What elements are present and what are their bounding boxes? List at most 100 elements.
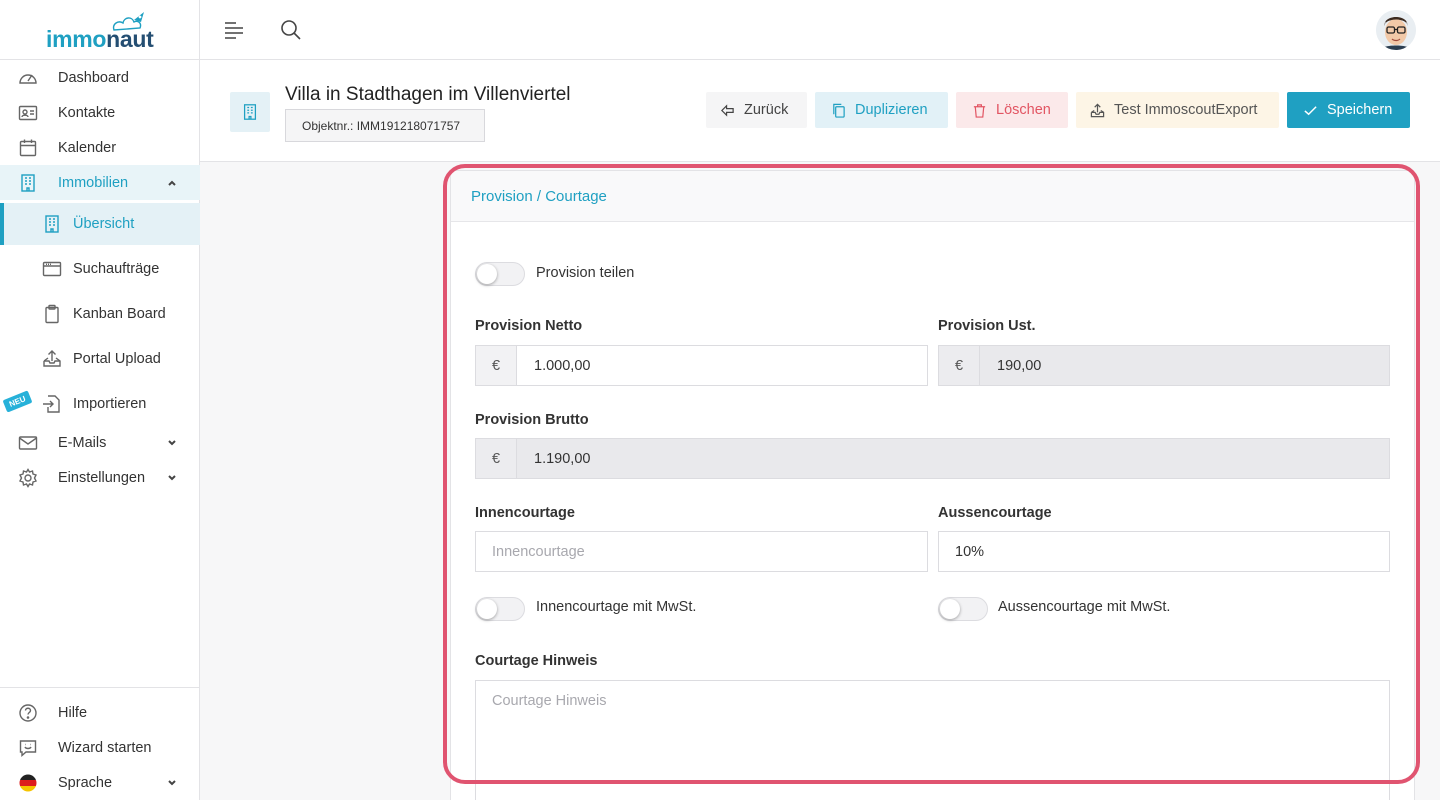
card-title: Provision / Courtage <box>451 171 1414 222</box>
euro-prefix: € <box>476 346 517 385</box>
delete-button[interactable]: Löschen <box>956 92 1068 128</box>
provision-netto-value: 1.000,00 <box>534 357 591 374</box>
avatar[interactable] <box>1376 10 1416 50</box>
building-icon <box>45 215 59 233</box>
sidebar-item-hilfe[interactable]: Hilfe <box>0 695 200 730</box>
sidebar-item-label: Portal Upload <box>73 350 161 367</box>
provision-ust-value: 190,00 <box>997 357 1042 374</box>
back-button[interactable]: Zurück <box>706 92 807 128</box>
sidebar-item-dashboard[interactable]: Dashboard <box>0 60 200 95</box>
chevron-down-icon <box>168 439 176 445</box>
courtage-hinweis-label: Courtage Hinweis <box>475 653 598 669</box>
sidebar-item-suchauftraege[interactable]: Suchaufträge <box>0 251 200 286</box>
save-button-label: Speichern <box>1327 102 1393 118</box>
brand-logo-part2: naut <box>106 26 154 52</box>
sidebar-item-kontakte[interactable]: Kontakte <box>0 95 200 130</box>
sidebar-item-label: Kanban Board <box>73 305 166 322</box>
sidebar-item-immobilien[interactable]: Immobilien <box>0 165 200 200</box>
sidebar-item-label: Immobilien <box>58 174 129 191</box>
save-button[interactable]: Speichern <box>1287 92 1410 128</box>
provision-brutto-label: Provision Brutto <box>475 412 589 428</box>
german-flag-icon <box>19 774 37 791</box>
chat-smile-icon <box>19 739 37 757</box>
object-number-badge: Objektnr.: IMM191218071757 <box>285 109 485 142</box>
chevron-up-icon <box>168 180 176 186</box>
sidebar-item-label: Kontakte <box>58 104 116 121</box>
delete-button-label: Löschen <box>996 102 1051 118</box>
sidebar-item-portal-upload[interactable]: Portal Upload <box>0 341 200 376</box>
export-button-label: Test ImmoscoutExport <box>1114 102 1258 118</box>
sidebar-item-label: E-Mails <box>58 434 107 451</box>
sidebar-bottom-divider <box>0 687 200 688</box>
search-icon[interactable] <box>280 19 302 41</box>
sidebar-item-uebersicht[interactable]: Übersicht <box>0 203 200 245</box>
duplicate-button-label: Duplizieren <box>855 102 928 118</box>
sidebar-item-emails[interactable]: E-Mails <box>0 425 200 460</box>
aussencourtage-label: Aussencourtage <box>938 505 1052 521</box>
courtage-hinweis-placeholder: Courtage Hinweis <box>492 693 607 709</box>
calendar-icon <box>19 139 37 156</box>
sidebar-item-label: Dashboard <box>58 69 129 86</box>
browser-window-icon <box>42 261 62 276</box>
menu-icon[interactable] <box>224 20 244 40</box>
avatar-face-icon <box>1376 10 1416 50</box>
copy-icon <box>833 103 845 118</box>
aussencourtage-mwst-label: Aussencourtage mit MwSt. <box>998 599 1171 615</box>
sidebar-item-label: Sprache <box>58 774 113 791</box>
back-button-label: Zurück <box>744 102 789 118</box>
provision-netto-field[interactable]: € 1.000,00 <box>475 345 928 386</box>
help-icon <box>19 703 37 722</box>
sidebar-item-kalender[interactable]: Kalender <box>0 130 200 165</box>
sidebar-item-importieren[interactable]: Importieren <box>0 386 200 421</box>
sidebar-item-label: Übersicht <box>73 216 135 232</box>
innencourtage-mwst-toggle[interactable] <box>475 597 525 621</box>
sidebar-item-kanban[interactable]: Kanban Board <box>0 296 200 331</box>
innencourtage-placeholder: Innencourtage <box>492 543 585 560</box>
sidebar-item-einstellungen[interactable]: Einstellungen <box>0 460 200 495</box>
euro-prefix: € <box>939 346 980 385</box>
sidebar-item-label: Wizard starten <box>58 739 152 756</box>
gear-icon <box>19 467 37 488</box>
sidebar-item-label: Suchaufträge <box>73 260 160 277</box>
logo-area: immonaut <box>0 0 199 60</box>
provision-ust-label: Provision Ust. <box>938 318 1036 334</box>
brand-logo-part1: immo <box>46 26 107 52</box>
page-title: Villa in Stadthagen im Villenviertel <box>285 84 571 105</box>
building-icon <box>243 104 257 120</box>
page-header: Villa in Stadthagen im Villenviertel Obj… <box>200 60 1440 162</box>
sidebar-item-label: Hilfe <box>58 704 88 721</box>
contacts-icon <box>18 105 38 120</box>
upload-icon <box>1090 103 1105 117</box>
sidebar-item-label: Kalender <box>58 139 117 156</box>
envelope-icon <box>18 435 38 450</box>
provision-card: Provision / Courtage Provision teilen Pr… <box>450 170 1415 800</box>
sidebar-item-label: Einstellungen <box>58 469 146 486</box>
innencourtage-label: Innencourtage <box>475 505 575 521</box>
sidebar-item-sprache[interactable]: Sprache <box>0 765 200 800</box>
chevron-down-icon <box>168 474 176 480</box>
innencourtage-mwst-label: Innencourtage mit MwSt. <box>536 599 697 615</box>
euro-prefix: € <box>476 439 517 478</box>
provision-netto-label: Provision Netto <box>475 318 583 334</box>
provision-brutto-field: € 1.190,00 <box>475 438 1390 479</box>
clipboard-icon <box>45 304 59 323</box>
upload-icon <box>43 349 61 367</box>
sidebar: immonaut Dashboard Kontakte Kalender Imm… <box>0 0 200 800</box>
aussencourtage-value: 10% <box>955 543 985 560</box>
share-provision-toggle[interactable] <box>475 262 525 286</box>
chevron-down-icon <box>168 779 176 785</box>
provision-ust-field: € 190,00 <box>938 345 1390 386</box>
innencourtage-field[interactable]: Innencourtage <box>475 531 928 572</box>
sidebar-item-label: Importieren <box>73 395 147 412</box>
property-icon <box>230 92 270 132</box>
courtage-hinweis-textarea[interactable]: Courtage Hinweis <box>475 680 1390 800</box>
topbar <box>200 0 1440 60</box>
duplicate-button[interactable]: Duplizieren <box>815 92 948 128</box>
aussencourtage-field[interactable]: 10% <box>938 531 1390 572</box>
export-button[interactable]: Test ImmoscoutExport <box>1076 92 1279 128</box>
import-file-icon <box>43 394 60 413</box>
sidebar-item-wizard[interactable]: Wizard starten <box>0 730 200 765</box>
aussencourtage-mwst-toggle[interactable] <box>938 597 988 621</box>
arrow-left-icon <box>721 103 734 117</box>
brand-logo[interactable]: immonaut <box>46 26 154 53</box>
